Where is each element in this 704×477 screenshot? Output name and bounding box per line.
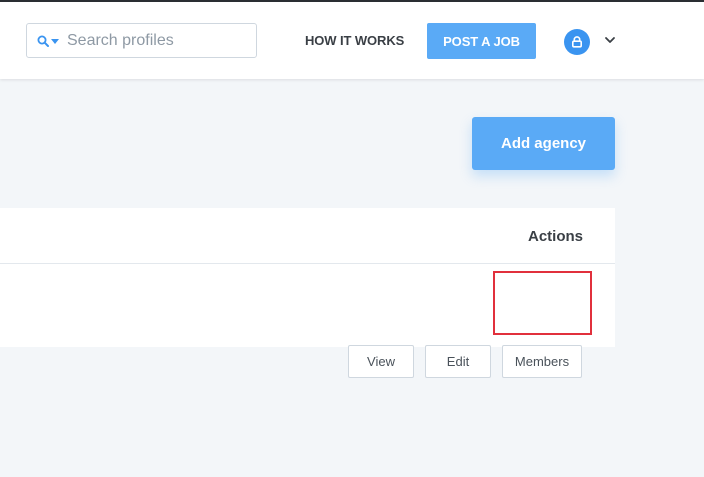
how-it-works-link[interactable]: HOW IT WORKS — [305, 33, 404, 48]
agencies-table: Actions View Edit Members — [0, 208, 615, 378]
user-avatar[interactable] — [564, 29, 590, 55]
search-input[interactable] — [67, 31, 237, 50]
table-row: View Edit Members — [0, 264, 615, 378]
top-navbar: HOW IT WORKS POST A JOB — [0, 2, 704, 79]
table-header: Actions — [0, 208, 615, 264]
view-button[interactable]: View — [348, 345, 414, 378]
post-a-job-button[interactable]: POST A JOB — [427, 23, 536, 59]
chevron-down-icon[interactable] — [604, 35, 616, 45]
search-box[interactable] — [26, 23, 257, 58]
actions-column-header: Actions — [527, 228, 583, 245]
search-filter-caret-icon[interactable] — [51, 38, 59, 44]
add-agency-button[interactable]: Add agency — [472, 117, 615, 170]
edit-button[interactable]: Edit — [425, 345, 491, 378]
members-button[interactable]: Members — [502, 345, 582, 378]
lock-icon — [571, 36, 582, 48]
search-icon[interactable] — [37, 35, 49, 47]
